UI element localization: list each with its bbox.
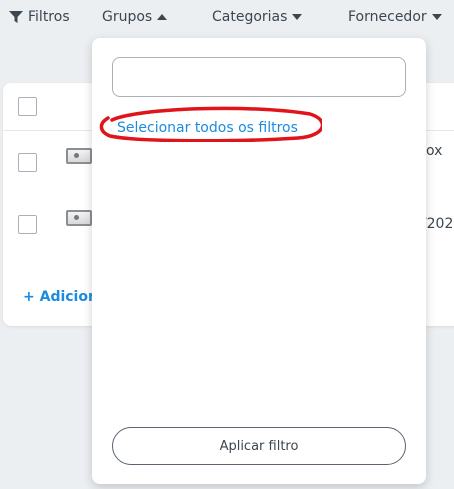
caret-up-icon <box>157 14 168 20</box>
apply-filter-button[interactable]: Aplicar filtro <box>112 427 406 465</box>
funnel-icon <box>9 11 23 23</box>
select-all-filters-link[interactable]: Selecionar todos os filtros <box>117 120 298 136</box>
filtros-label: Filtros <box>28 9 70 25</box>
filter-bar: Filtros Grupos Categorias Fornecedor <box>0 0 454 36</box>
categorias-label: Categorias <box>212 9 288 25</box>
fornecedor-label: Fornecedor <box>348 9 427 25</box>
add-product-link[interactable]: + Adicion <box>23 289 98 305</box>
select-all-rows-checkbox[interactable] <box>18 97 37 116</box>
filter-search-input[interactable] <box>112 57 406 97</box>
grupos-filter-panel: Selecionar todos os filtros Aplicar filt… <box>92 38 426 484</box>
product-thumbnail <box>66 148 92 164</box>
categorias-dropdown[interactable]: Categorias <box>212 9 303 25</box>
row-checkbox[interactable] <box>18 215 37 234</box>
fornecedor-dropdown[interactable]: Fornecedor <box>348 9 442 25</box>
grupos-label: Grupos <box>102 9 153 25</box>
grupos-dropdown[interactable]: Grupos <box>102 9 168 25</box>
filtros-toggle[interactable]: Filtros <box>9 9 70 25</box>
product-thumbnail <box>66 210 92 226</box>
caret-down-icon <box>292 14 303 20</box>
row-checkbox[interactable] <box>18 153 37 172</box>
caret-down-icon <box>431 14 442 20</box>
